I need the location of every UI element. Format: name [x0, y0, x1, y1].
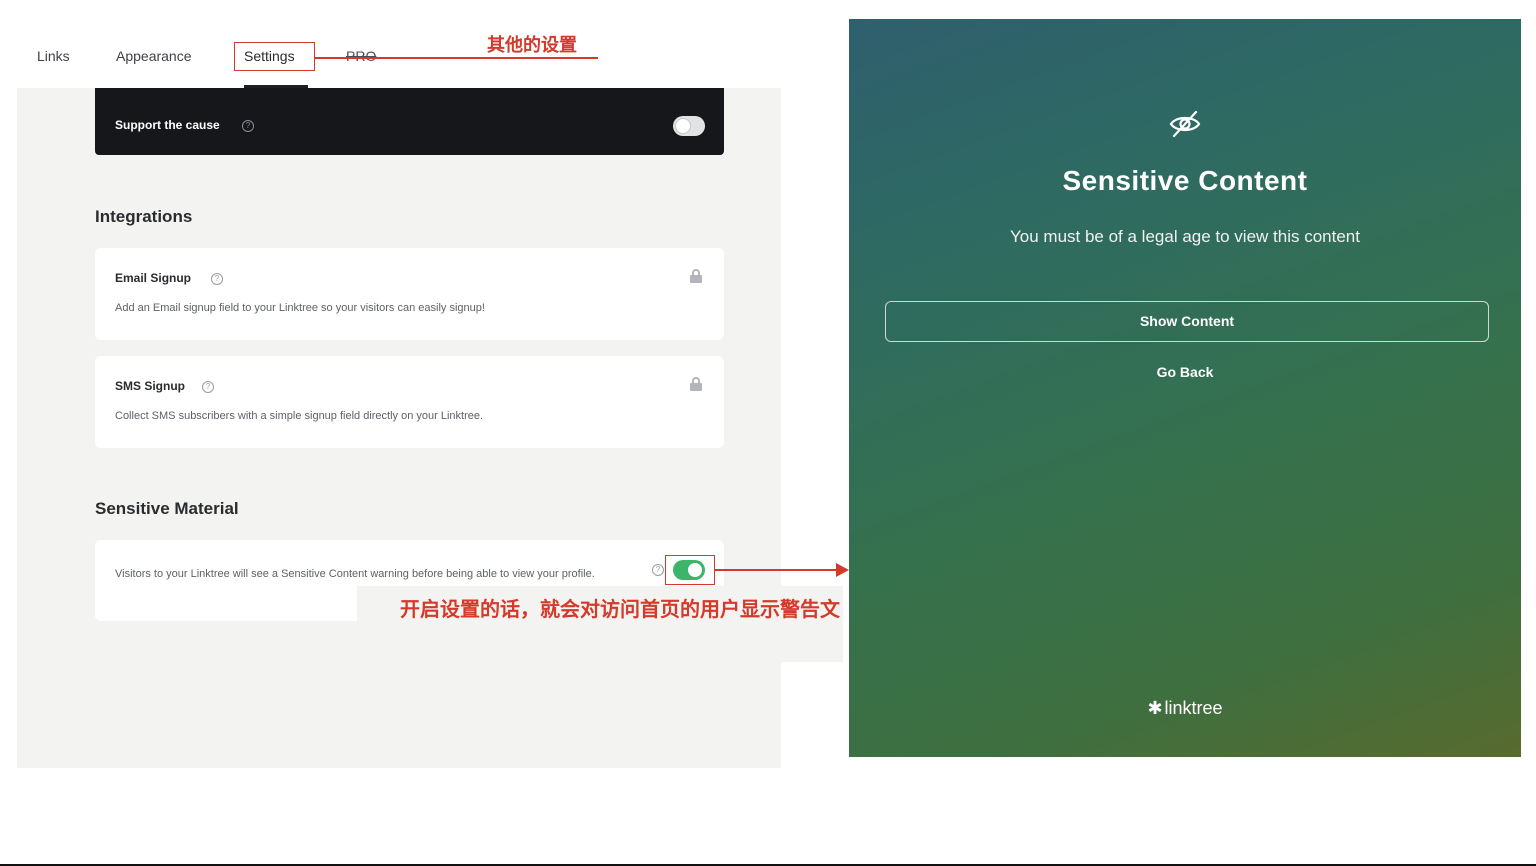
- preview-title: Sensitive Content: [1062, 165, 1308, 196]
- tab-appearance[interactable]: Appearance: [116, 48, 192, 64]
- help-icon[interactable]: ?: [652, 564, 664, 576]
- linktree-logo-icon: ✱: [1147, 698, 1163, 718]
- help-icon[interactable]: ?: [211, 273, 223, 285]
- sensitive-material-heading: Sensitive Material: [95, 499, 239, 518]
- sms-signup-title: SMS Signup: [115, 379, 185, 393]
- sms-signup-description: Collect SMS subscribers with a simple si…: [115, 410, 484, 422]
- settings-highlight-box: [234, 42, 315, 71]
- integrations-heading: Integrations: [95, 207, 193, 226]
- toggle-highlight-box: [665, 555, 715, 585]
- tab-pro[interactable]: PRO: [346, 48, 376, 64]
- preview-subtitle: You must be of a legal age to view this …: [1010, 227, 1360, 246]
- go-back-link[interactable]: Go Back: [849, 364, 1521, 380]
- lock-icon: [690, 377, 702, 391]
- help-icon[interactable]: ?: [202, 381, 214, 393]
- lock-icon: [690, 269, 702, 283]
- toggle-knob: [676, 119, 690, 133]
- email-signup-description: Add an Email signup field to your Linktr…: [115, 302, 485, 314]
- eye-slash-icon: [1169, 110, 1201, 138]
- sms-signup-card[interactable]: [95, 356, 724, 448]
- linktree-brand-text: linktree: [1164, 698, 1223, 718]
- tab-links[interactable]: Links: [37, 48, 70, 64]
- annotation-line: [315, 57, 598, 59]
- show-content-button[interactable]: Show Content: [885, 301, 1489, 342]
- support-cause-toggle[interactable]: [673, 116, 705, 136]
- linktree-brand: ✱ linktree: [849, 698, 1521, 719]
- support-cause-label: Support the cause: [115, 118, 220, 132]
- help-icon[interactable]: ?: [242, 120, 254, 132]
- sensitive-material-description: Visitors to your Linktree will see a Sen…: [115, 568, 595, 580]
- arrow-head-icon: [836, 563, 849, 577]
- email-signup-title: Email Signup: [115, 271, 192, 285]
- email-signup-card[interactable]: [95, 248, 724, 340]
- annotation-other-settings: 其他的设置: [487, 35, 577, 56]
- annotation-arrow-line: [715, 569, 837, 571]
- annotation-warning-explanation: 开启设置的话，就会对访问首页的用户显示警告文: [400, 597, 840, 621]
